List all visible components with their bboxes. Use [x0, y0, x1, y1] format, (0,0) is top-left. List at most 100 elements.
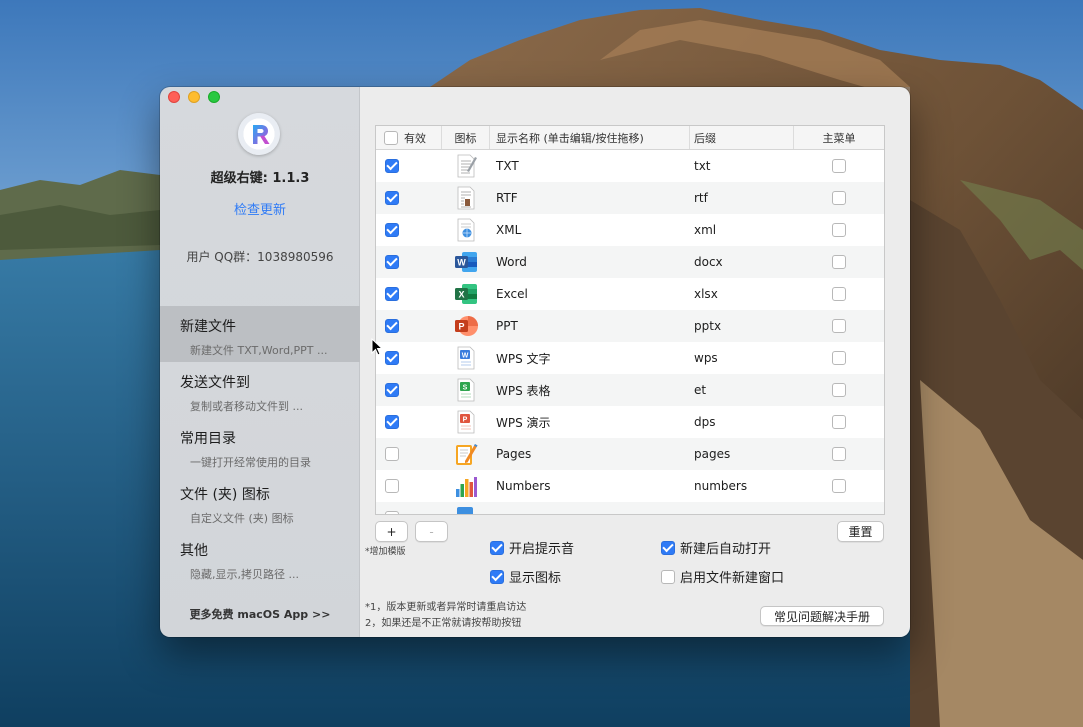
add-template-button[interactable]: + — [375, 521, 408, 542]
nav-item-subtitle: 一键打开经常使用的目录 — [190, 456, 311, 469]
app-version: 超级右键: 1.1.3 — [210, 171, 310, 186]
select-all-checkbox[interactable] — [384, 130, 398, 145]
enabled-checkbox[interactable] — [385, 159, 399, 173]
table-row[interactable]: Numbers numbers — [376, 470, 884, 502]
enabled-checkbox[interactable] — [385, 351, 399, 365]
add-template-hint: *增加模版 — [365, 547, 406, 557]
main-menu-checkbox[interactable] — [832, 415, 846, 429]
main-menu-checkbox[interactable] — [832, 159, 846, 173]
main-menu-checkbox[interactable] — [832, 383, 846, 397]
table-row[interactable]: RTF rtf — [376, 182, 884, 214]
row-name[interactable]: PPT — [490, 310, 690, 342]
nav-item-title: 发送文件到 — [180, 375, 250, 391]
nav-item-new-file[interactable]: 新建文件 新建文件 TXT,Word,PPT ... — [160, 306, 360, 362]
new-window-option[interactable]: 启用文件新建窗口 — [661, 567, 784, 586]
svg-text:P: P — [458, 322, 464, 332]
show-icon-checkbox[interactable] — [490, 569, 504, 584]
row-suffix: docx — [694, 255, 723, 269]
row-suffix: txt — [694, 159, 711, 173]
nav-item-common-dirs[interactable]: 常用目录 一键打开经常使用的目录 — [160, 418, 360, 474]
row-name[interactable]: RTF — [490, 182, 690, 214]
row-suffix: pages — [694, 447, 731, 461]
table-row[interactable]: P PPT pptx — [376, 310, 884, 342]
main-menu-checkbox[interactable] — [832, 191, 846, 205]
faq-button[interactable]: 常见问题解决手册 — [760, 606, 884, 626]
mouse-cursor-icon — [371, 338, 383, 356]
enabled-checkbox[interactable] — [385, 447, 399, 461]
main-menu-checkbox[interactable] — [832, 255, 846, 269]
minimize-window-button[interactable] — [188, 91, 200, 103]
main-menu-checkbox[interactable] — [832, 223, 846, 237]
row-name[interactable]: Pages — [490, 438, 690, 470]
more-apps-link[interactable]: 更多免费 macOS App >> — [160, 606, 360, 622]
table-row[interactable]: S WPS 表格 et — [376, 374, 884, 406]
sound-checkbox[interactable] — [490, 540, 504, 555]
sound-option[interactable]: 开启提示音 — [490, 538, 574, 557]
nav-item-folder-icons[interactable]: 文件 (夹) 图标 自定义文件 (夹) 图标 — [160, 474, 360, 530]
main-menu-checkbox[interactable] — [832, 447, 846, 461]
nav-item-other[interactable]: 其他 隐藏,显示,拷贝路径 ... — [160, 530, 360, 586]
enabled-checkbox[interactable] — [385, 511, 399, 514]
svg-text:W: W — [457, 258, 466, 268]
table-row[interactable]: Pages pages — [376, 438, 884, 470]
enabled-checkbox[interactable] — [385, 255, 399, 269]
row-suffix: xlsx — [694, 287, 718, 301]
table-row[interactable]: P WPS 演示 dps — [376, 406, 884, 438]
rtf-file-icon — [457, 186, 475, 210]
auto-open-label: 新建后自动打开 — [680, 542, 772, 557]
enabled-checkbox[interactable] — [385, 287, 399, 301]
enabled-checkbox[interactable] — [385, 479, 399, 493]
row-suffix: xml — [694, 223, 717, 237]
table-row[interactable]: XML xml — [376, 214, 884, 246]
row-name[interactable]: Word — [490, 246, 690, 278]
row-name[interactable]: TXT — [490, 150, 690, 182]
help-notes: *1，版本更新或者异常时请重启访达 2，如果还是不正常就请按帮助按钮 — [365, 600, 526, 632]
row-name[interactable]: WPS 演示 — [490, 406, 690, 438]
enabled-checkbox[interactable] — [385, 415, 399, 429]
svg-text:P: P — [463, 417, 468, 424]
main-menu-checkbox[interactable] — [832, 479, 846, 493]
row-name[interactable]: Excel — [490, 278, 690, 310]
word-icon: W — [455, 252, 477, 272]
row-suffix: dps — [694, 415, 716, 429]
table-row[interactable]: TXT txt — [376, 150, 884, 182]
nav-item-send-to[interactable]: 发送文件到 复制或者移动文件到 ... — [160, 362, 360, 418]
new-window-checkbox[interactable] — [661, 569, 675, 584]
enabled-checkbox[interactable] — [385, 191, 399, 205]
row-name[interactable]: Numbers — [490, 470, 690, 502]
row-suffix: wps — [694, 351, 718, 365]
auto-open-checkbox[interactable] — [661, 540, 675, 555]
app-logo-icon — [238, 113, 280, 155]
enabled-checkbox[interactable] — [385, 319, 399, 333]
show-icon-option[interactable]: 显示图标 — [490, 567, 561, 586]
svg-text:W: W — [462, 353, 469, 360]
nav-item-title: 新建文件 — [180, 319, 236, 335]
sidebar-nav: 新建文件 新建文件 TXT,Word,PPT ... 发送文件到 复制或者移动文… — [160, 306, 360, 586]
table-row[interactable]: W Word docx — [376, 246, 884, 278]
enabled-checkbox[interactable] — [385, 223, 399, 237]
note-line-1: *1，版本更新或者异常时请重启访达 — [365, 602, 527, 613]
row-suffix: et — [694, 383, 707, 397]
zoom-window-button[interactable] — [208, 91, 220, 103]
pages-icon — [456, 444, 478, 465]
row-suffix: pptx — [694, 319, 722, 333]
main-menu-checkbox[interactable] — [832, 287, 846, 301]
enabled-checkbox[interactable] — [385, 383, 399, 397]
note-line-2: 2，如果还是不正常就请按帮助按钮 — [365, 618, 522, 629]
sound-label: 开启提示音 — [509, 542, 575, 557]
main-menu-checkbox[interactable] — [832, 351, 846, 365]
row-name[interactable]: WPS 表格 — [490, 374, 690, 406]
nav-item-subtitle: 复制或者移动文件到 ... — [190, 400, 303, 413]
auto-open-option[interactable]: 新建后自动打开 — [661, 538, 771, 557]
nav-item-subtitle: 隐藏,显示,拷贝路径 ... — [190, 568, 299, 581]
table-row[interactable]: W WPS 文字 wps — [376, 342, 884, 374]
reset-button[interactable]: 重置 — [837, 521, 884, 542]
check-update-link[interactable]: 检查更新 — [160, 199, 360, 218]
row-name[interactable]: XML — [490, 214, 690, 246]
wps-presentation-icon: P — [457, 410, 475, 434]
close-window-button[interactable] — [168, 91, 180, 103]
main-menu-checkbox[interactable] — [832, 319, 846, 333]
table-row[interactable]: X Excel xlsx — [376, 278, 884, 310]
row-name[interactable]: WPS 文字 — [490, 342, 690, 374]
remove-template-button[interactable]: - — [415, 521, 448, 542]
